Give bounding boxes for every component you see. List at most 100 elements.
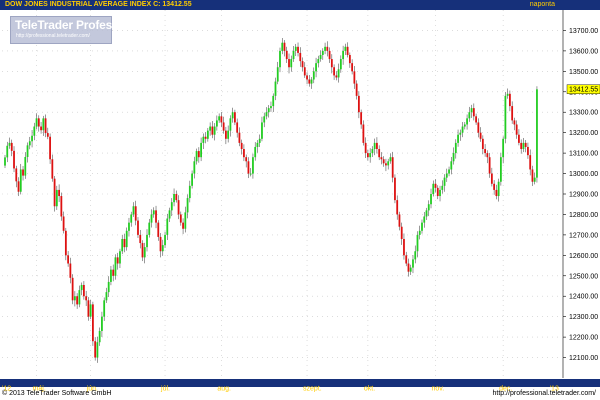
x-tick-label: aug.	[217, 386, 231, 393]
candle-down	[472, 108, 475, 117]
x-tick-label: szept.	[303, 386, 322, 393]
candle-down	[490, 173, 493, 184]
candlestick-chart: 12100.00 12200.00 12300.00 12400.00 12500.00…	[2, 10, 600, 378]
candle-up	[26, 145, 29, 157]
candle-up	[35, 118, 38, 127]
candle-up	[445, 173, 448, 178]
candle-down	[49, 136, 51, 160]
candle-up	[312, 71, 315, 80]
candle-up	[202, 136, 205, 143]
candle-down	[308, 79, 311, 84]
candle-down	[240, 142, 243, 150]
candle-down	[234, 112, 236, 123]
candle-up	[261, 122, 263, 139]
logo-url: http://professional.teletrader.com/	[16, 33, 90, 39]
candle-up	[96, 342, 99, 358]
candle-up	[317, 59, 320, 64]
candle-down	[335, 75, 338, 78]
candle-down	[288, 59, 290, 68]
candle-up	[290, 59, 293, 68]
candle-down	[362, 124, 365, 143]
candle-up	[499, 157, 502, 182]
y-tick-label: 13200.00	[569, 130, 598, 137]
x-axis-bar: '12 máj. jún. júl. aug. szept. okt. nov. dec. '13	[0, 379, 600, 393]
candle-up	[28, 141, 31, 146]
candle-up	[229, 118, 232, 131]
candle-up	[132, 206, 135, 215]
candle-up	[448, 169, 450, 174]
footer-copyright: © 2013 TeleTrader Software GmbH	[2, 390, 112, 397]
candle-down	[53, 178, 56, 207]
candle-up	[373, 142, 376, 150]
candle-down	[301, 61, 304, 68]
candle-up	[80, 284, 83, 291]
candle-up	[186, 198, 189, 213]
candle-up	[166, 218, 169, 235]
candle-down	[366, 153, 369, 158]
candle-down	[245, 157, 248, 162]
candle-down	[306, 75, 308, 80]
candle-down	[64, 230, 67, 256]
candle-up	[459, 132, 462, 135]
candle-down	[520, 142, 523, 150]
candle-up	[184, 212, 187, 229]
candle-down	[236, 122, 239, 133]
candle-up	[533, 177, 536, 182]
candle-down	[518, 134, 520, 143]
candle-down	[204, 136, 207, 139]
y-tick-label: 12900.00	[569, 192, 598, 199]
candle-up	[504, 95, 507, 139]
candle-down	[62, 216, 65, 231]
candle-down	[328, 50, 331, 60]
candle-up	[193, 161, 196, 174]
candle-down	[479, 132, 482, 139]
candle-down	[22, 169, 24, 176]
candle-down	[407, 263, 410, 272]
candle-up	[191, 173, 193, 186]
candle-down	[247, 161, 250, 174]
candle-down	[488, 157, 491, 174]
candle-up	[294, 46, 297, 51]
candle-down	[116, 257, 119, 264]
candle-down	[137, 220, 139, 235]
candle-down	[398, 214, 401, 227]
candle-up	[254, 146, 257, 158]
last-price-label: 13412.55	[569, 87, 598, 94]
candle-down	[182, 222, 184, 229]
y-tick-label: 12600.00	[569, 253, 598, 260]
candle-up	[215, 120, 218, 127]
candle-down	[515, 124, 518, 135]
candle-up	[502, 138, 505, 158]
candle-up	[213, 126, 216, 135]
x-tick-label: nov.	[432, 386, 445, 393]
y-tick-label: 12100.00	[569, 355, 598, 362]
candle-up	[73, 296, 76, 301]
footer-url[interactable]: http://professional.teletrader.com/	[493, 390, 597, 397]
y-tick-label: 13500.00	[569, 69, 598, 76]
candle-up	[121, 238, 124, 252]
y-tick-label: 12500.00	[569, 273, 598, 280]
candle-down	[360, 112, 363, 125]
candle-down	[10, 142, 13, 151]
candle-up	[195, 151, 198, 162]
candle-up	[418, 230, 421, 235]
candle-up	[457, 134, 459, 143]
grid-layer	[2, 10, 564, 378]
candle-up	[369, 153, 372, 158]
candle-up	[279, 50, 281, 68]
candle-down	[82, 284, 85, 297]
candle-down	[436, 187, 439, 197]
candle-up	[19, 169, 22, 192]
candle-up	[256, 142, 259, 147]
candle-up	[267, 108, 270, 113]
candle-up	[143, 247, 146, 258]
candle-up	[310, 79, 313, 84]
candle-down	[179, 214, 182, 223]
candle-down	[238, 132, 241, 143]
candle-down	[40, 126, 42, 131]
candle-down	[85, 296, 88, 301]
y-tick-label: 12300.00	[569, 314, 598, 321]
candle-up	[339, 59, 342, 70]
candle-down	[67, 255, 70, 264]
candle-down	[357, 95, 360, 113]
